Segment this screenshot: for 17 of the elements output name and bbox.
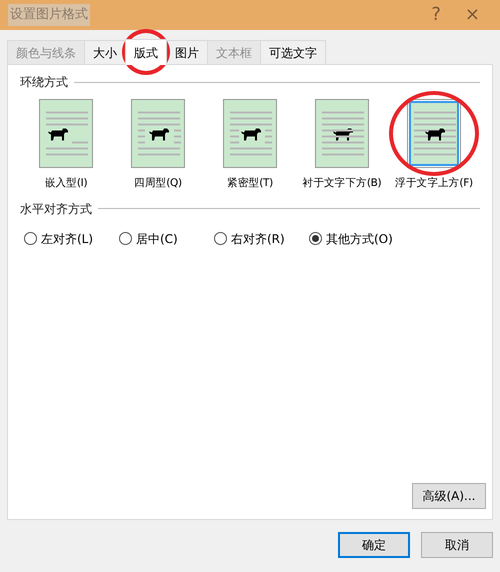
radio-option[interactable]: 其他方式(O) <box>309 230 404 248</box>
window-title: 设置图片格式 <box>8 4 90 26</box>
radio-option[interactable]: 左对齐(L) <box>24 230 119 248</box>
radio-option[interactable]: 居中(C) <box>119 230 214 248</box>
advanced-button[interactable]: 高级(A)... <box>412 483 486 509</box>
wrap-style-option[interactable]: 紧密型(T) <box>204 99 296 192</box>
dialog-button[interactable]: 取消 <box>421 532 493 558</box>
tab[interactable]: 可选文字 <box>260 40 326 64</box>
section-title: 环绕方式 <box>20 74 68 91</box>
wrap-style-option[interactable]: 嵌入型(I) <box>20 99 112 192</box>
wrap-style-option[interactable]: 衬于文字下方(B) <box>296 99 388 192</box>
radio-option[interactable]: 右对齐(R) <box>214 230 309 248</box>
tab[interactable]: 版式 <box>125 39 167 65</box>
dialog-button[interactable]: 确定 <box>338 532 410 558</box>
wrap-style-option[interactable]: 四周型(Q) <box>112 99 204 192</box>
section-title: 水平对齐方式 <box>20 200 92 218</box>
wrap-style-option[interactable]: 浮于文字上方(F) <box>388 99 480 192</box>
